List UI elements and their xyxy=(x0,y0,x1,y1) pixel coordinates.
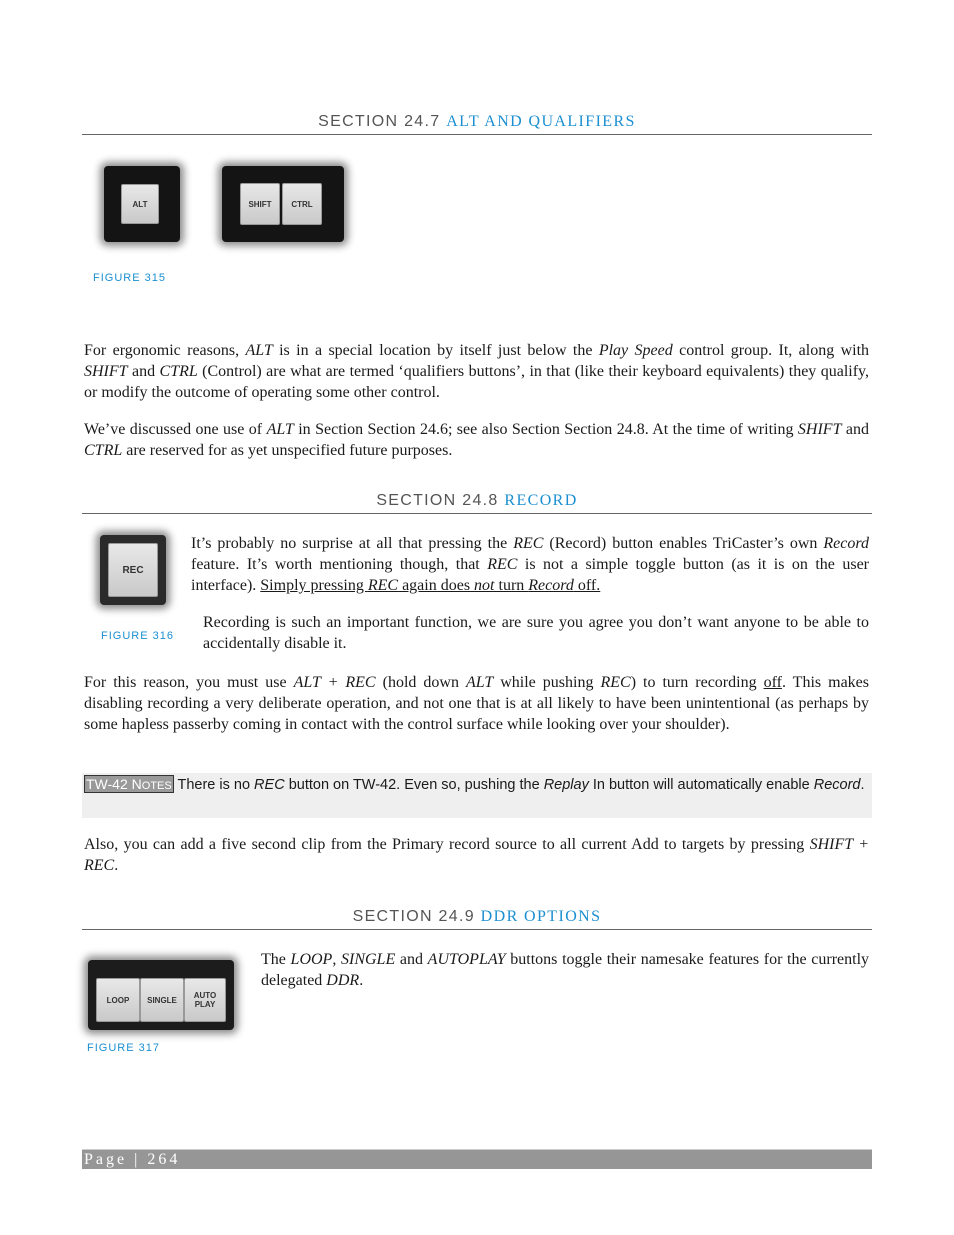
paragraph-shift-rec: Also, you can add a five second clip fro… xyxy=(84,836,870,874)
alt-button-image: ALT xyxy=(104,166,180,242)
ctrl-key: CTRL xyxy=(282,183,322,225)
figure-caption-316: FIGURE 316 xyxy=(101,630,174,642)
shift-key: SHIFT xyxy=(240,183,280,225)
paragraph-ddr-options: The LOOP, SINGLE and AUTOPLAY buttons to… xyxy=(261,951,870,989)
section-heading-24-9: SECTION 24.9 DDR OPTIONS xyxy=(82,908,872,930)
section-heading-24-8: SECTION 24.8 RECORD xyxy=(82,492,872,514)
page-number: 264 xyxy=(147,1151,181,1168)
single-key: SINGLE xyxy=(140,978,184,1022)
loop-key: LOOP xyxy=(96,978,140,1022)
section-heading-24-7: SECTION 24.7 ALT AND QUALIFIERS xyxy=(82,113,872,135)
footer-label: Page xyxy=(84,1151,128,1168)
paragraph-rec-intro: It’s probably no surprise at all that pr… xyxy=(191,535,870,594)
rec-key: REC xyxy=(108,543,158,597)
section-title: DDR OPTIONS xyxy=(480,908,602,925)
ddr-buttons-image: LOOP SINGLE AUTO PLAY xyxy=(88,960,234,1030)
paragraph-alt-location: For ergonomic reasons, ALT is in a speci… xyxy=(84,342,870,401)
shift-ctrl-button-image: SHIFT CTRL xyxy=(222,166,344,242)
tw42-note: TW-42 NOTES There is no REC button on TW… xyxy=(82,773,872,818)
autoplay-key: AUTO PLAY xyxy=(184,978,226,1022)
page-footer: Page | 264 xyxy=(82,1149,872,1169)
alt-key: ALT xyxy=(121,184,159,224)
note-tag: TW-42 NOTES xyxy=(84,775,174,793)
rec-button-image: REC xyxy=(100,535,166,605)
figure-caption-315: FIGURE 315 xyxy=(93,272,166,284)
section-prefix: SECTION 24.7 xyxy=(318,113,441,130)
section-prefix: SECTION 24.8 xyxy=(376,492,499,509)
section-title: RECORD xyxy=(504,492,578,509)
paragraph-rec-importance: Recording is such an important function,… xyxy=(203,614,869,652)
paragraph-rec-disable: For this reason, you must use ALT + REC … xyxy=(84,674,870,733)
section-title: ALT AND QUALIFIERS xyxy=(446,113,636,130)
paragraph-alt-use: We’ve discussed one use of ALT in Sectio… xyxy=(84,421,869,459)
figure-caption-317: FIGURE 317 xyxy=(87,1042,160,1054)
section-prefix: SECTION 24.9 xyxy=(352,908,475,925)
